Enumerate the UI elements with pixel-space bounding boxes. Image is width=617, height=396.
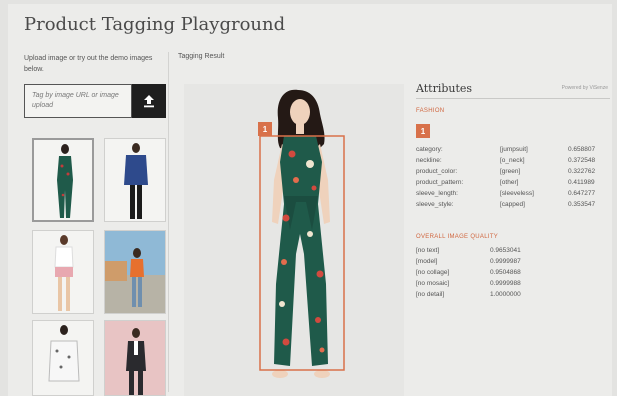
section-fashion: FASHION bbox=[416, 108, 445, 114]
image-url-input[interactable]: Tag by image URL or image upload bbox=[24, 84, 132, 118]
bounding-box-index: 1 bbox=[262, 124, 268, 134]
quality-row: [model] 0.9999987 bbox=[416, 258, 521, 265]
upload-button[interactable] bbox=[132, 84, 166, 118]
attributes-panel: Attributes Powered by ViSenze FASHION 1 … bbox=[408, 78, 612, 396]
upload-instruction: Upload image or try out the demo images … bbox=[24, 55, 153, 73]
section-image-quality: OVERALL IMAGE QUALITY bbox=[416, 234, 499, 240]
attribute-row: sleeve_length: [sleeveless] 0.647277 bbox=[416, 190, 596, 197]
attribute-row: sleeve_style: [capped] 0.353547 bbox=[416, 201, 596, 208]
quality-row: [no text] 0.9653041 bbox=[416, 247, 521, 254]
demo-thumbnail-offshoulder[interactable] bbox=[32, 320, 94, 396]
demo-thumbnail-pink-shorts[interactable] bbox=[32, 230, 94, 314]
demo-thumbnail-jumpsuit[interactable] bbox=[32, 138, 94, 222]
attribute-list: category: [jumpsuit] 0.658807 neckline: … bbox=[416, 146, 610, 212]
tagging-result-label: Tagging Result bbox=[178, 53, 225, 60]
attribute-row: product_color: [green] 0.322762 bbox=[416, 168, 596, 175]
page-title: Product Tagging Playground bbox=[24, 14, 286, 35]
demo-thumbnail-outdoor[interactable] bbox=[104, 230, 166, 314]
quality-list: [no text] 0.9653041 [model] 0.9999987 [n… bbox=[416, 247, 610, 302]
quality-row: [no detail] 1.0000000 bbox=[416, 291, 521, 298]
attribute-row: product_pattern: [other] 0.411989 bbox=[416, 179, 595, 186]
quality-row: [no mosaic] 0.9999988 bbox=[416, 280, 521, 287]
attributes-title: Attributes bbox=[416, 82, 473, 95]
demo-thumbnail-suit[interactable] bbox=[104, 320, 166, 396]
tagged-image: 1 bbox=[184, 84, 404, 396]
demo-thumbnail-blue-jacket[interactable] bbox=[104, 138, 166, 222]
item-badge[interactable]: 1 bbox=[416, 124, 430, 138]
powered-by: Powered by ViSenze bbox=[561, 85, 608, 91]
attribute-row: category: [jumpsuit] 0.658807 bbox=[416, 146, 596, 153]
quality-row: [no collage] 0.9504868 bbox=[416, 269, 521, 276]
column-divider bbox=[168, 52, 169, 392]
attribute-row: neckline: [o_neck] 0.372548 bbox=[416, 157, 596, 164]
upload-icon bbox=[144, 95, 154, 108]
attributes-divider bbox=[416, 98, 610, 99]
